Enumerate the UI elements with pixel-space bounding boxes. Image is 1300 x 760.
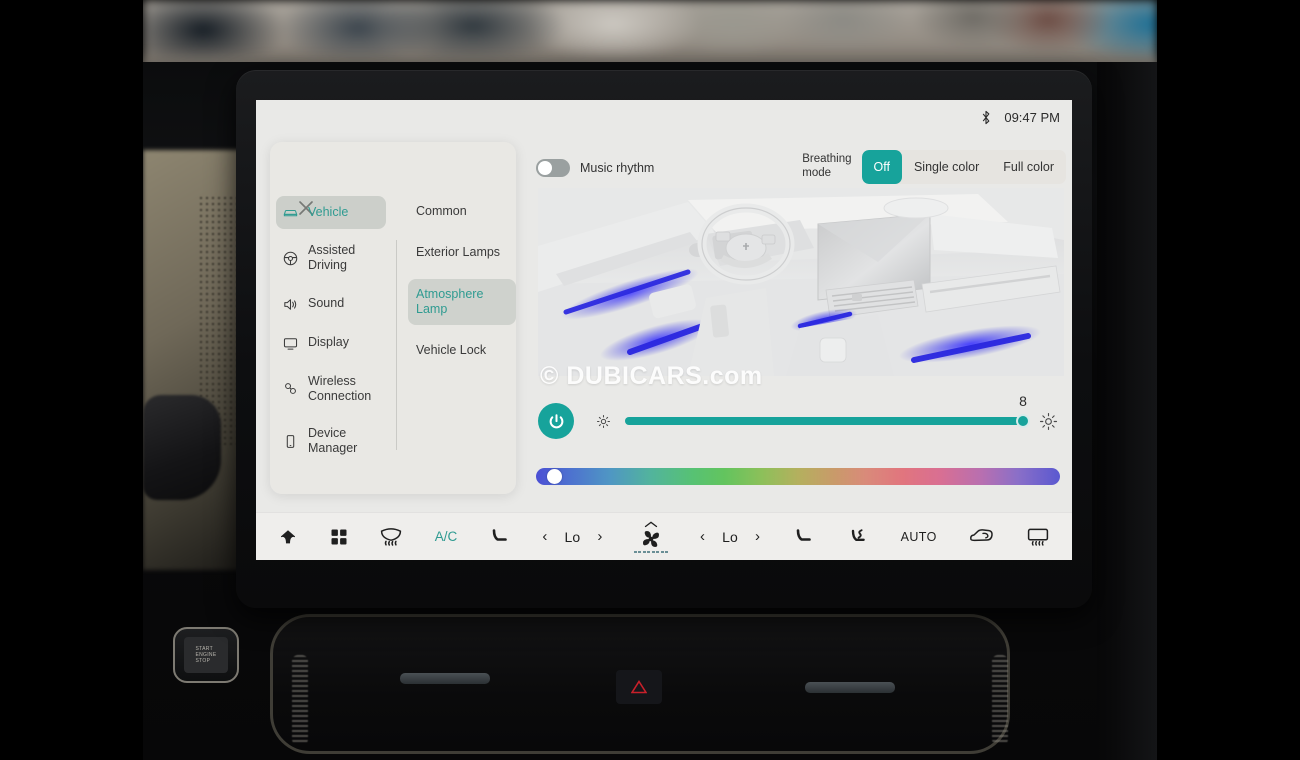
sub-item-atmosphere-lamp[interactable]: Atmosphere Lamp bbox=[408, 278, 516, 325]
infotainment-screen: 09:47 PM Vehicle Assisted Driving Sound … bbox=[256, 100, 1072, 560]
sidebar-item-label: Sound bbox=[308, 296, 345, 311]
hazard-triangle-icon bbox=[631, 680, 647, 694]
air-vent-right bbox=[992, 655, 1008, 745]
settings-panel: Vehicle Assisted Driving Sound Display W… bbox=[270, 142, 516, 494]
breathing-mode-off[interactable]: Off bbox=[861, 150, 902, 184]
seat-ventilation-icon[interactable] bbox=[845, 527, 869, 547]
sidebar-item-device-manager[interactable]: Device Manager bbox=[276, 418, 386, 465]
music-rhythm-label: Music rhythm bbox=[580, 161, 655, 175]
sidebar-item-wireless-connection[interactable]: Wireless Connection bbox=[276, 366, 386, 413]
brightness-knob[interactable] bbox=[1016, 414, 1030, 428]
driver-temp-increase[interactable]: › bbox=[597, 528, 602, 545]
sidebar-item-label: Assisted Driving bbox=[308, 243, 356, 273]
apps-grid-icon[interactable] bbox=[330, 528, 348, 546]
photo-scene: START ENGINE STOP 09:47 PM Vehicle Assis… bbox=[0, 0, 1300, 760]
hazard-light-button[interactable] bbox=[616, 670, 662, 704]
steering-wheel-icon bbox=[282, 250, 299, 267]
settings-sub-column: Common Exterior Lamps Atmosphere Lamp Ve… bbox=[394, 190, 516, 490]
chevron-up-icon bbox=[644, 520, 658, 527]
start-stop-label: START ENGINE STOP bbox=[184, 637, 228, 673]
sidebar-item-sound[interactable]: Sound bbox=[276, 288, 386, 321]
driver-temp-value: Lo bbox=[564, 528, 581, 545]
color-row bbox=[536, 468, 1060, 490]
breathing-mode-single-color[interactable]: Single color bbox=[902, 150, 991, 184]
power-icon[interactable] bbox=[538, 403, 574, 439]
brightness-value: 8 bbox=[1019, 393, 1027, 409]
left-black-border bbox=[0, 0, 143, 760]
speaker-icon bbox=[282, 296, 299, 313]
passenger-temp-increase[interactable]: › bbox=[755, 528, 760, 545]
breathing-mode-full-color[interactable]: Full color bbox=[991, 150, 1066, 184]
sub-item-common[interactable]: Common bbox=[408, 196, 516, 227]
driver-seat-heat-icon[interactable] bbox=[489, 527, 511, 547]
brightness-row: 8 bbox=[538, 393, 1058, 444]
ac-button[interactable]: A/C bbox=[435, 529, 458, 544]
rear-defrost-icon[interactable] bbox=[1026, 527, 1050, 547]
auto-button[interactable]: AUTO bbox=[901, 530, 937, 544]
settings-nav-column: Vehicle Assisted Driving Sound Display W… bbox=[270, 190, 394, 490]
sun-small-icon bbox=[596, 414, 611, 428]
sun-large-icon bbox=[1039, 412, 1058, 430]
atmosphere-top-controls: Music rhythm Breathing mode Off Single c… bbox=[536, 148, 1066, 188]
passenger-temp-value: Lo bbox=[722, 528, 738, 545]
fan-speed-dots bbox=[633, 550, 669, 553]
sidebar-item-label: Display bbox=[308, 335, 349, 350]
climate-control-bar: A/C ‹ Lo › ‹ Lo › AUTO bbox=[256, 512, 1072, 560]
sidebar-item-display[interactable]: Display bbox=[276, 327, 386, 360]
color-slider[interactable] bbox=[536, 468, 1060, 485]
sidebar-item-label: Vehicle bbox=[308, 204, 349, 219]
driver-temp-decrease[interactable]: ‹ bbox=[542, 528, 547, 545]
passenger-temp-decrease[interactable]: ‹ bbox=[700, 528, 705, 545]
sub-item-exterior-lamps[interactable]: Exterior Lamps bbox=[408, 237, 516, 268]
passenger-temp: ‹ Lo › bbox=[700, 528, 760, 545]
monitor-icon bbox=[282, 335, 299, 352]
brightness-slider[interactable]: 8 bbox=[625, 393, 1030, 428]
right-black-border bbox=[1157, 0, 1300, 760]
right-dash-trim bbox=[1097, 62, 1157, 760]
brightness-fill bbox=[625, 417, 1023, 425]
sub-item-vehicle-lock[interactable]: Vehicle Lock bbox=[408, 335, 516, 366]
sidebar-item-assisted-driving[interactable]: Assisted Driving bbox=[276, 235, 386, 282]
color-slider-knob[interactable] bbox=[547, 469, 563, 484]
start-stop-button[interactable]: START ENGINE STOP bbox=[173, 627, 239, 683]
sidebar-item-vehicle[interactable]: Vehicle bbox=[276, 196, 386, 229]
breathing-mode-segmented-control: Off Single color Full color bbox=[861, 150, 1066, 184]
toggle-knob bbox=[538, 161, 552, 175]
breathing-mode-group: Breathing mode Off Single color Full col… bbox=[802, 150, 1066, 184]
auto-label: AUTO bbox=[900, 529, 937, 544]
sidebar-item-label: Wireless Connection bbox=[308, 373, 372, 403]
door-handle bbox=[143, 395, 221, 500]
passenger-seat-heat-icon[interactable] bbox=[792, 527, 814, 547]
fan-speed-icon[interactable] bbox=[633, 520, 669, 553]
air-recirculation-icon[interactable] bbox=[968, 527, 994, 547]
home-icon[interactable] bbox=[278, 527, 298, 547]
music-rhythm-toggle[interactable] bbox=[536, 159, 570, 177]
sidebar-item-label: Device Manager bbox=[308, 426, 358, 456]
link-icon bbox=[282, 380, 299, 397]
ac-label: A/C bbox=[434, 529, 458, 544]
front-defrost-icon[interactable] bbox=[379, 527, 403, 547]
settings-column-divider bbox=[396, 240, 397, 450]
air-vent-left bbox=[292, 655, 308, 745]
music-rhythm-row: Music rhythm bbox=[536, 159, 654, 177]
car-interior-preview bbox=[538, 188, 1064, 376]
car-icon bbox=[282, 204, 299, 221]
breathing-mode-label: Breathing mode bbox=[802, 153, 852, 179]
dash-slot-left bbox=[400, 673, 490, 684]
settings-columns: Vehicle Assisted Driving Sound Display W… bbox=[270, 190, 516, 490]
phone-icon bbox=[282, 433, 299, 450]
dash-slot-right bbox=[805, 682, 895, 693]
driver-temp: ‹ Lo › bbox=[542, 528, 602, 545]
atmosphere-lamp-content: Music rhythm Breathing mode Off Single c… bbox=[528, 100, 1072, 560]
